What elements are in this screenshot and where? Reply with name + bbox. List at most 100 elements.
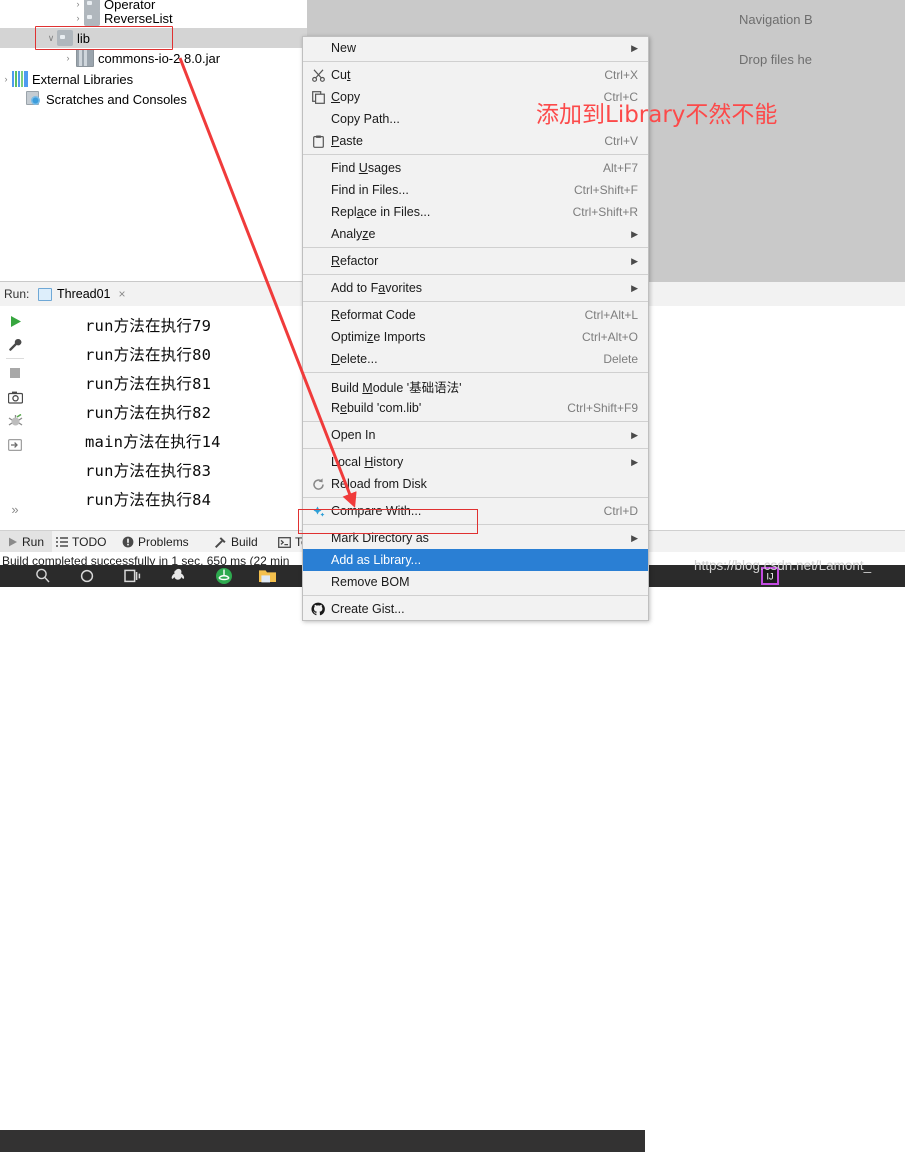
menu-item-reload-from-disk[interactable]: Reload from Disk: [303, 473, 648, 495]
compare-icon: [309, 505, 327, 518]
menu-item-compare-with[interactable]: Compare With... Ctrl+D: [303, 500, 648, 522]
menu-item-new[interactable]: New ▶: [303, 37, 648, 59]
cortana-circle-icon[interactable]: [78, 567, 96, 585]
menu-item-label: Add to Favorites: [331, 281, 423, 295]
menu-item-shortcut: Ctrl+V: [604, 134, 638, 148]
menu-item-label: Reformat Code: [331, 308, 416, 322]
search-icon[interactable]: [34, 567, 52, 585]
menu-item-label: Create Gist...: [331, 602, 405, 616]
tree-item-scratches-and-consoles[interactable]: Scratches and Consoles: [0, 89, 187, 109]
menu-separator: [303, 595, 648, 596]
watermark-text: https://blog.csdn.net/Lamont_: [694, 558, 872, 573]
run-button[interactable]: [4, 310, 26, 332]
menu-item-optimize-imports[interactable]: Optimize Imports Ctrl+Alt+O: [303, 326, 648, 348]
menu-item-label: Reload from Disk: [331, 477, 427, 491]
file-explorer-icon[interactable]: [258, 567, 276, 585]
menu-item-label: Optimize Imports: [331, 330, 426, 344]
tree-item-label: lib: [77, 30, 91, 46]
menu-item-find-in-files[interactable]: Find in Files... Ctrl+Shift+F: [303, 179, 648, 201]
tool-strip-label: Problems: [138, 535, 189, 549]
chevron-right-icon[interactable]: ›: [62, 53, 74, 63]
list-icon: [56, 536, 68, 548]
menu-item-add-as-library[interactable]: Add as Library...: [303, 549, 648, 571]
menu-item-refactor[interactable]: Refactor ▶: [303, 250, 648, 272]
tree-item-commons-io-2-8-0-jar[interactable]: › commons-io-2.8.0.jar: [0, 48, 220, 68]
folder-icon: [57, 30, 73, 46]
menu-item-local-history[interactable]: Local History ▶: [303, 451, 648, 473]
tool-strip-problems[interactable]: Problems: [114, 531, 197, 553]
menu-item-label: Open In: [331, 428, 376, 442]
wrench-icon[interactable]: [4, 334, 26, 356]
menu-item-shortcut: Ctrl+Shift+R: [572, 205, 638, 219]
menu-item-mark-directory-as[interactable]: Mark Directory as ▶: [303, 527, 648, 549]
menu-separator: [303, 274, 648, 275]
task-view-icon[interactable]: [124, 567, 142, 585]
chevron-right-icon[interactable]: ›: [0, 74, 12, 84]
clipboard-icon: [309, 135, 327, 148]
menu-item-create-gist[interactable]: Create Gist...: [303, 598, 648, 620]
browser-icon[interactable]: [215, 567, 233, 585]
github-icon: [309, 602, 327, 616]
menu-item-label: Build Module '基础语法': [331, 380, 462, 395]
tool-strip-todo[interactable]: TODO: [48, 531, 114, 553]
ide-window: Navigation B Drop files he › Operator › Rev…: [0, 0, 905, 1152]
menu-item-delete[interactable]: Delete... Delete: [303, 348, 648, 370]
scissors-icon: [309, 68, 327, 82]
menu-item-reformat-code[interactable]: Reformat Code Ctrl+Alt+L: [303, 304, 648, 326]
more-icon[interactable]: »: [4, 498, 26, 520]
chevron-right-icon: ▶: [631, 429, 638, 440]
tab-label: Thread01: [57, 287, 111, 301]
menu-item-label: Delete...: [331, 352, 378, 366]
menu-item-open-in[interactable]: Open In ▶: [303, 424, 648, 446]
menu-separator: [303, 524, 648, 525]
tool-strip-run[interactable]: Run: [0, 531, 53, 553]
export-icon[interactable]: [4, 434, 26, 456]
qq-icon[interactable]: [170, 567, 188, 585]
menu-item-find-usages[interactable]: Find Usages Alt+F7: [303, 157, 648, 179]
menu-item-replace-in-files[interactable]: Replace in Files... Ctrl+Shift+R: [303, 201, 648, 223]
menu-item-rebuild-com-lib[interactable]: Rebuild 'com.lib' Ctrl+Shift+F9: [303, 397, 648, 419]
chevron-right-icon: ▶: [631, 456, 638, 467]
menu-separator: [303, 247, 648, 248]
menu-item-shortcut: Ctrl+Alt+L: [584, 308, 638, 322]
menu-item-label: Compare With...: [331, 504, 422, 518]
tool-strip-label: TODO: [72, 535, 107, 549]
menu-item-shortcut: Ctrl+D: [603, 504, 638, 518]
tree-item-external-libraries[interactable]: › External Libraries: [0, 69, 133, 89]
menu-item-add-to-favorites[interactable]: Add to Favorites ▶: [303, 277, 648, 299]
jar-icon: [76, 49, 94, 67]
camera-icon[interactable]: [4, 386, 26, 408]
tree-item-lib[interactable]: ∨ lib: [0, 28, 307, 48]
tab-thread01[interactable]: Thread01 ×: [32, 282, 132, 308]
ext-lib-icon: [12, 71, 28, 87]
stop-button[interactable]: [4, 362, 26, 384]
chevron-down-icon[interactable]: ∨: [45, 33, 57, 44]
close-icon[interactable]: ×: [119, 287, 126, 301]
drop-files-hint: Drop files he: [739, 52, 812, 67]
tree-item-label: External Libraries: [32, 71, 134, 87]
tool-strip-label: Build: [231, 535, 258, 549]
menu-item-label: Replace in Files...: [331, 205, 431, 219]
menu-item-build-module-基础语法[interactable]: Build Module '基础语法': [303, 375, 648, 397]
run-actions-toolbar: »: [0, 306, 31, 531]
red-annotation-text: 添加到Library不然不能: [536, 102, 778, 128]
menu-item-paste[interactable]: Paste Ctrl+V: [303, 130, 648, 152]
console-line: run方法在执行81: [85, 375, 212, 393]
debug-icon[interactable]: [4, 410, 26, 432]
project-tool-window: › Operator › ReverseList ∨ lib › commons-io-2.8…: [0, 0, 308, 281]
tree-item-reverselist[interactable]: › ReverseList: [0, 8, 173, 28]
menu-item-cut[interactable]: Cut Ctrl+X: [303, 64, 648, 86]
console-line: run方法在执行83: [85, 462, 212, 480]
tool-strip-build[interactable]: Build: [206, 531, 266, 553]
menu-item-label: Analyze: [331, 227, 376, 241]
refresh-icon: [309, 477, 327, 491]
menu-item-label: Cut: [331, 68, 351, 82]
console-actions-toolbar: ↑ ↓: [30, 306, 86, 531]
menu-item-remove-bom[interactable]: Remove BOM: [303, 571, 648, 593]
menu-item-analyze[interactable]: Analyze ▶: [303, 223, 648, 245]
menu-item-label: Find in Files...: [331, 183, 409, 197]
svg-text:IJ: IJ: [766, 572, 773, 582]
menu-item-shortcut: Ctrl+Alt+O: [581, 330, 638, 344]
chevron-right-icon[interactable]: ›: [72, 13, 84, 23]
menu-item-label: Rebuild 'com.lib': [331, 401, 422, 415]
